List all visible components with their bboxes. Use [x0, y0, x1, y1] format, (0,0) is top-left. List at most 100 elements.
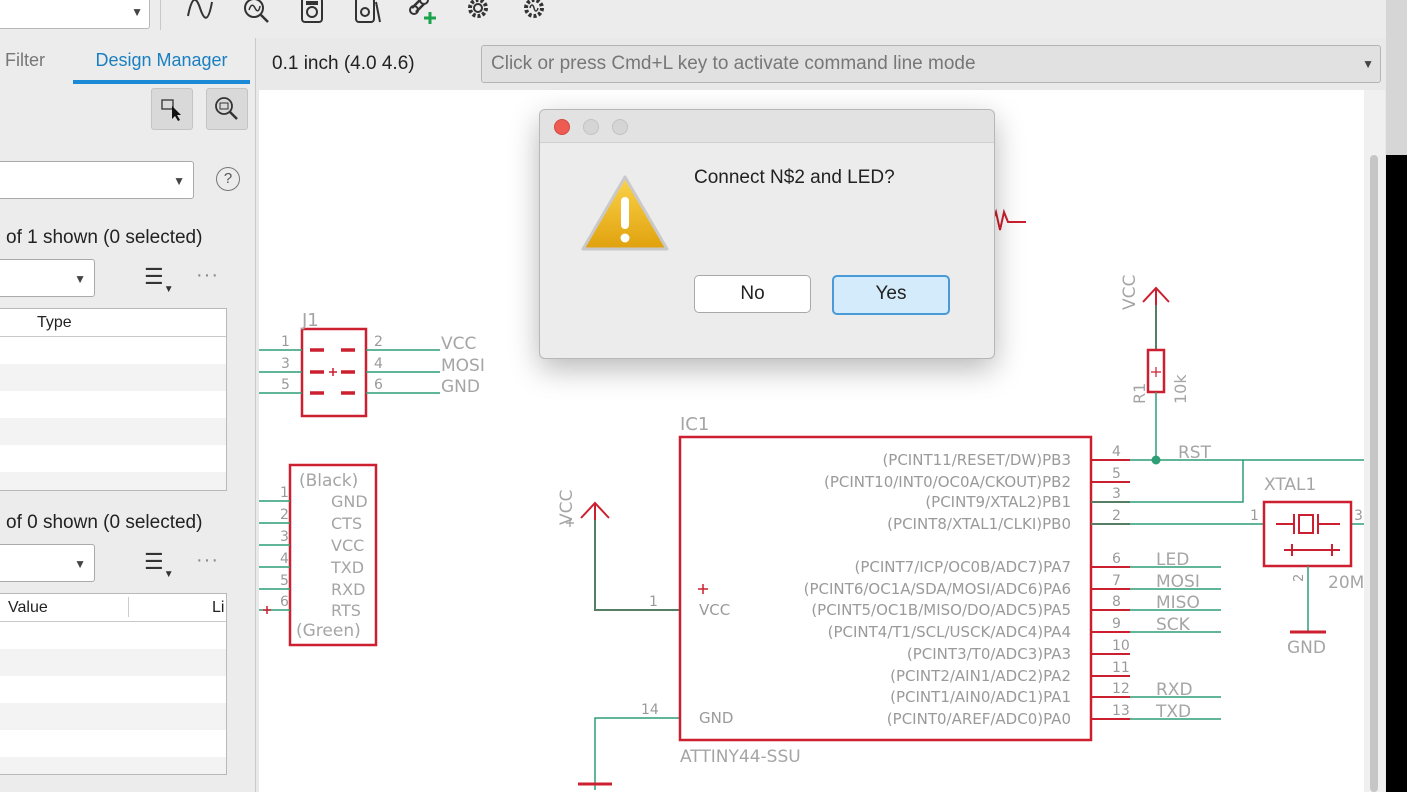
xtal-pin-num: 2	[1292, 574, 1307, 582]
net-label: SCK	[1156, 615, 1191, 635]
command-line-input[interactable]: Click or press Cmd+L key to activate com…	[481, 45, 1381, 83]
close-window-button[interactable]	[554, 119, 570, 135]
ic1-pin-label: (PCINT9/XTAL2)PB1	[925, 493, 1071, 511]
minimize-window-button[interactable]	[583, 119, 599, 135]
multimeter-icon[interactable]	[296, 0, 328, 26]
chevron-down-icon: ▼	[74, 272, 86, 286]
chevron-down-icon: ▼	[131, 5, 143, 19]
more-options-icon[interactable]: ···	[196, 264, 219, 287]
list-options-icon[interactable]: ☰▼	[144, 264, 174, 295]
supply-label: VCC	[557, 490, 577, 525]
active-tab-indicator	[73, 80, 250, 84]
command-line-placeholder: Click or press Cmd+L key to activate com…	[491, 53, 976, 74]
tab-filter[interactable]: Filter	[5, 38, 45, 85]
net-label: TXD	[1155, 702, 1191, 722]
add-link-icon[interactable]	[406, 0, 438, 26]
ic1-pin-num: 12	[1112, 681, 1130, 697]
table-row[interactable]	[0, 649, 226, 676]
window-edge-dark	[1386, 155, 1407, 792]
select-tool-button[interactable]	[151, 88, 193, 130]
cursor-select-icon	[161, 99, 181, 121]
lower-filter-select[interactable]: ▼	[0, 544, 95, 582]
probe-icon[interactable]	[240, 0, 272, 26]
table-row[interactable]	[0, 676, 226, 703]
ftdi-pin-num: 6	[280, 594, 289, 610]
r1-ref: R1	[1130, 383, 1149, 404]
lower-count-text: of 0 shown (0 selected)	[6, 512, 203, 533]
table-row[interactable]	[0, 364, 226, 391]
ic1-pin-num: 6	[1112, 551, 1121, 567]
ic1-pin-num: 14	[641, 702, 659, 718]
more-options-icon[interactable]: ···	[196, 549, 219, 572]
multimeter-probes-icon[interactable]	[352, 0, 384, 26]
ftdi-signal: TXD	[330, 558, 364, 577]
dialog-titlebar	[540, 110, 994, 143]
gnd-wire	[594, 717, 680, 790]
list-options-icon[interactable]: ☰▼	[144, 549, 174, 580]
column-divider	[128, 597, 129, 617]
ftdi-pin-num: 1	[280, 485, 289, 501]
table-row[interactable]	[0, 391, 226, 418]
table-row[interactable]	[0, 622, 226, 649]
j1-header: J1 1 3 5 2 4 6 VCC MOSI GND	[259, 310, 485, 418]
table-row[interactable]	[0, 757, 226, 774]
zoom-window-button[interactable]	[612, 119, 628, 135]
chevron-down-icon[interactable]: ▼	[1362, 57, 1374, 71]
net-label: LED	[1156, 550, 1189, 570]
dialog-message: Connect N$2 and LED?	[694, 167, 895, 188]
ic1-attiny44: IC1 ATTINY44-SSU VCC GND 1 14 (PCINT11/R…	[641, 414, 1243, 767]
ic1-pin-label: (PCINT3/T0/ADC3)PA3	[907, 645, 1071, 663]
chevron-down-icon: ▼	[74, 557, 86, 571]
upper-count-text: of 1 shown (0 selected)	[6, 227, 203, 248]
j1-pin-label: 1	[281, 334, 290, 350]
table-row[interactable]	[0, 703, 226, 730]
waveform-icon[interactable]	[184, 0, 216, 26]
design-filter-select[interactable]: ▼	[0, 161, 194, 199]
ic1-pin-num: 1	[649, 594, 658, 610]
gear-settings-icon[interactable]	[462, 0, 494, 26]
upper-filter-select[interactable]: ▼	[0, 259, 95, 297]
ic1-pin-num: 4	[1112, 444, 1121, 460]
junction-dot	[1151, 455, 1161, 465]
ftdi-pin-num: 2	[280, 507, 289, 523]
upper-table: Type	[0, 308, 227, 491]
table-row[interactable]	[0, 445, 226, 472]
j1-pin-label: 5	[281, 377, 290, 393]
help-button[interactable]: ?	[216, 167, 240, 191]
net-label: MOSI	[1156, 572, 1200, 592]
j1-pin-label: 2	[374, 334, 383, 350]
scrollbar-thumb[interactable]	[1370, 155, 1378, 792]
ic1-pin-label: (PCINT5/OC1B/MISO/DO/ADC5)PA5	[811, 601, 1071, 619]
lower-table: Value Li	[0, 593, 227, 775]
table-row[interactable]	[0, 730, 226, 757]
column-header-li: Li	[212, 599, 225, 616]
r1-resistor: VCC R1 10k	[1120, 275, 1190, 465]
gear-simulate-icon[interactable]	[518, 0, 550, 26]
warning-icon	[581, 175, 669, 251]
table-row[interactable]	[0, 418, 226, 445]
ftdi-signal: GND	[331, 492, 368, 511]
vcc-supply-left: VCC	[557, 490, 680, 611]
window-edge	[1386, 0, 1407, 155]
ic1-pin-num: 3	[1112, 486, 1121, 502]
ic1-pin-label: (PCINT4/T1/SCL/USCK/ADC4)PA4	[828, 623, 1071, 641]
ftdi-pin-num: 5	[280, 573, 289, 589]
supply-label: VCC	[1120, 275, 1140, 310]
ic1-pin-name: GND	[699, 709, 733, 727]
ic1-pin-num: 9	[1112, 616, 1121, 632]
zoom-to-button[interactable]	[206, 88, 248, 130]
table-row[interactable]	[0, 472, 226, 490]
no-button[interactable]: No	[694, 275, 811, 313]
layer-select[interactable]: ▼	[0, 0, 150, 29]
ic1-ref: IC1	[680, 414, 709, 435]
yes-button[interactable]: Yes	[832, 275, 950, 315]
net-label: RXD	[1156, 680, 1193, 700]
xtal-pin-num: 3	[1354, 508, 1363, 524]
ic1-pin-num: 2	[1112, 508, 1121, 524]
ftdi-connector: (Black) (Green) 1 2 3 4 5 6 GND CTS VCC …	[259, 463, 378, 647]
ic1-pin-num: 5	[1112, 466, 1121, 482]
table-row[interactable]	[0, 337, 226, 364]
ic1-pin-num: 10	[1112, 638, 1130, 654]
tab-design-manager[interactable]: Design Manager	[73, 38, 250, 85]
table-header: Type	[0, 309, 226, 337]
